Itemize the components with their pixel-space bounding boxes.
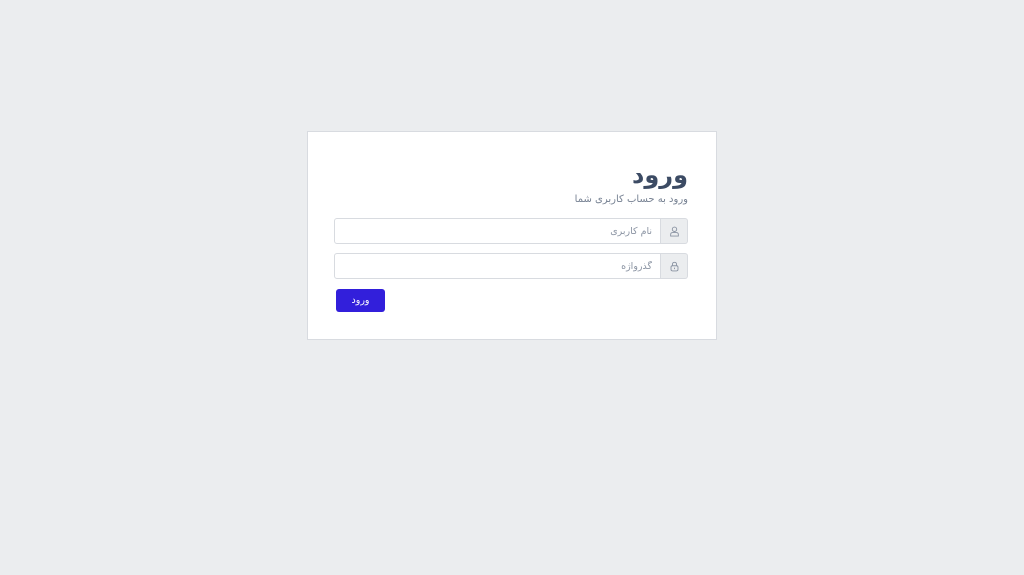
login-title: ورود [632, 161, 688, 189]
password-input-group [334, 253, 688, 279]
username-input[interactable] [334, 218, 661, 244]
password-input[interactable] [334, 253, 661, 279]
password-addon [661, 253, 688, 279]
user-icon [669, 226, 680, 237]
login-subtitle: ورود به حساب کاربری شما [574, 194, 688, 205]
login-card: ورود ورود به حساب کاربری شما ورو [307, 131, 717, 340]
lock-icon [669, 261, 680, 272]
login-button[interactable]: ورود [336, 289, 385, 312]
username-addon [661, 218, 688, 244]
username-input-group [334, 218, 688, 244]
